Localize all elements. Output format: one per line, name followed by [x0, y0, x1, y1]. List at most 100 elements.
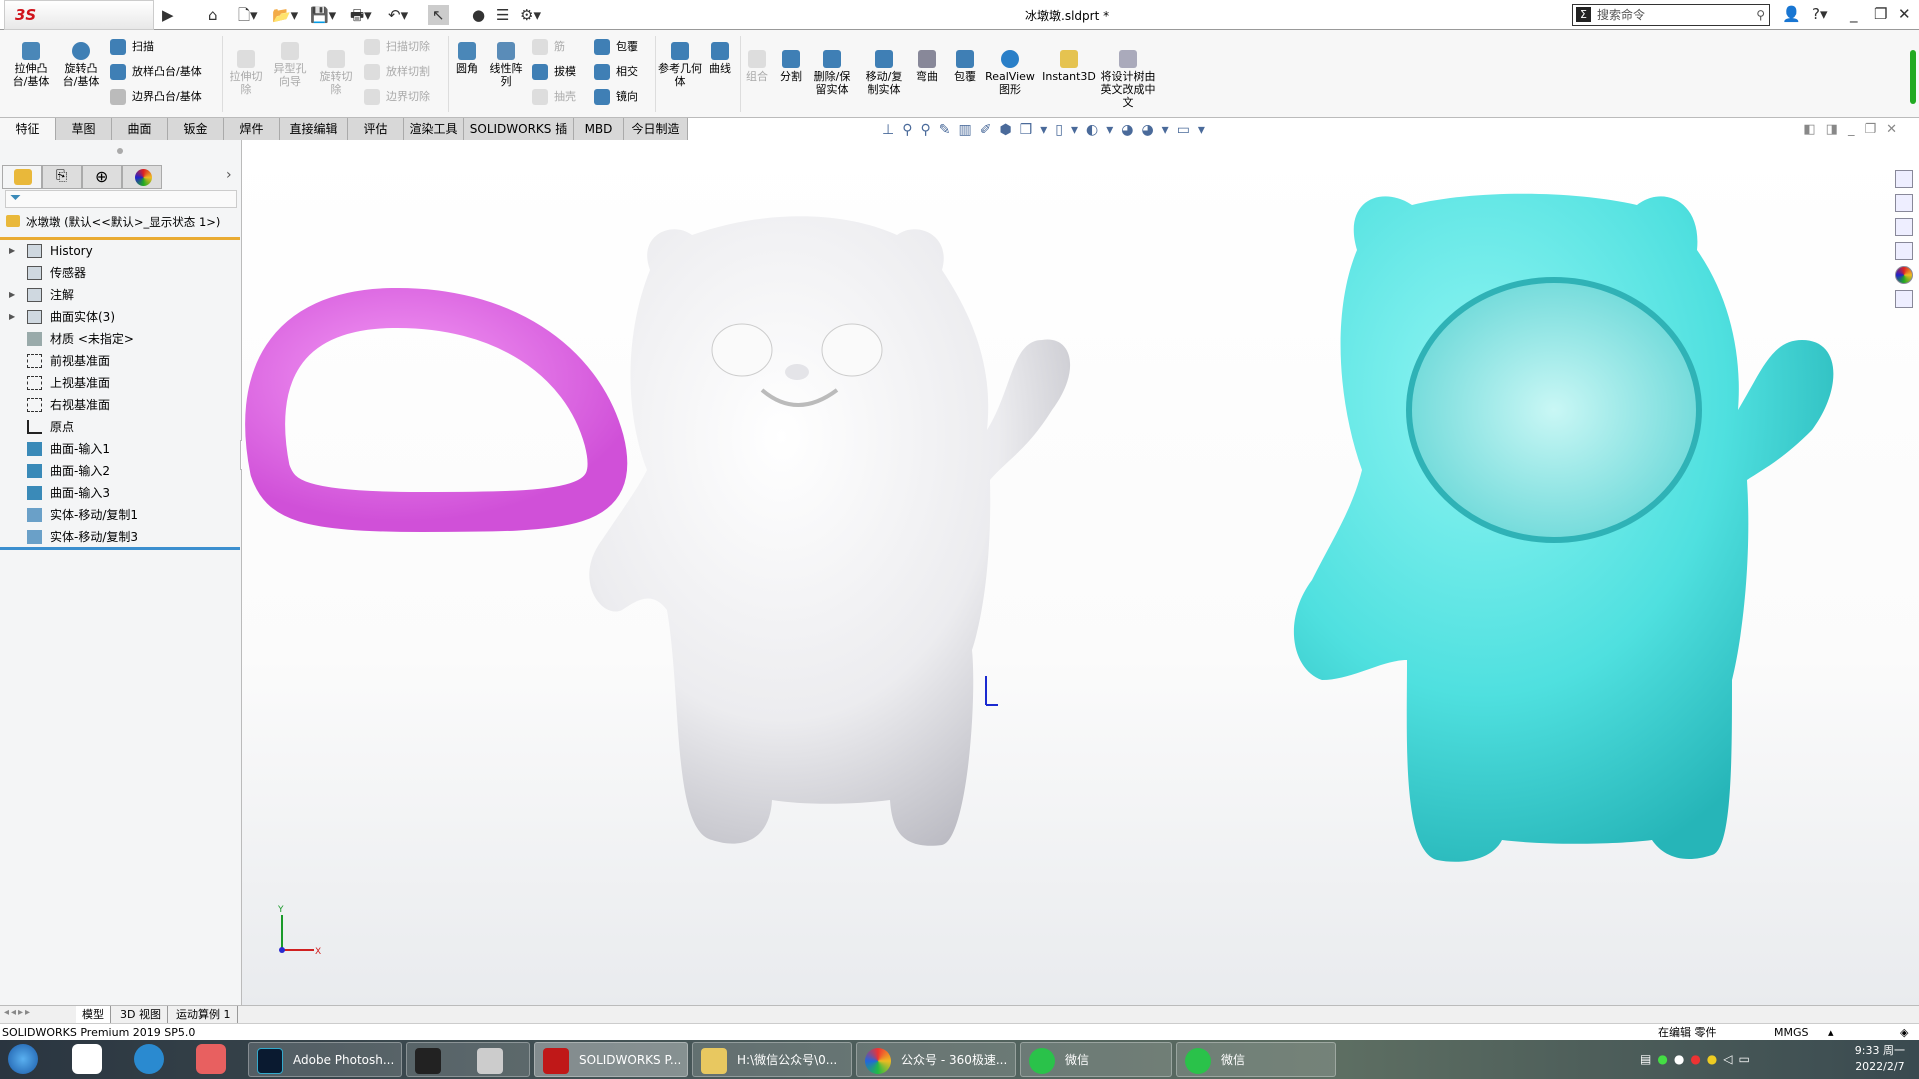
- file-properties-icon[interactable]: ☰: [496, 5, 509, 25]
- feature-manager-tab[interactable]: [2, 165, 42, 189]
- tab-1[interactable]: 草图: [56, 118, 112, 140]
- expand-arrow-icon[interactable]: ▶: [9, 306, 15, 328]
- shell-button[interactable]: 抽壳: [532, 88, 576, 106]
- tab-2[interactable]: 曲面: [112, 118, 168, 140]
- view-orientation-icon[interactable]: ⊥: [882, 122, 902, 138]
- zoom-to-fit-icon[interactable]: ⚲: [902, 122, 920, 138]
- tab-0[interactable]: 特征: [0, 118, 56, 140]
- solidworks-logo[interactable]: 3S SOLIDWORKS: [4, 0, 154, 52]
- display-style-icon[interactable]: ❒▾: [1020, 122, 1056, 138]
- property-manager-tab[interactable]: ⎘: [42, 165, 82, 189]
- help-icon[interactable]: ?▾: [1812, 5, 1828, 23]
- tab-7[interactable]: 渲染工具: [404, 118, 464, 140]
- lofted-cut-button[interactable]: 放样切割: [364, 63, 430, 81]
- move-copy-body-button[interactable]: 移动/复制实体: [862, 50, 906, 96]
- print-icon[interactable]: 🖶▾: [350, 5, 372, 25]
- hide-show-icon[interactable]: ▯▾: [1055, 122, 1086, 138]
- extrude-boss-button[interactable]: 拉伸凸台/基体: [8, 42, 54, 88]
- undo-icon[interactable]: ↶▾: [388, 5, 408, 25]
- volume-icon[interactable]: ◁: [1723, 1052, 1738, 1066]
- sweep-button[interactable]: 扫描: [110, 38, 154, 56]
- tile-right-icon[interactable]: ◨: [1826, 122, 1848, 137]
- open-icon[interactable]: 📂▾: [272, 5, 298, 25]
- rib-button[interactable]: 筋: [532, 38, 565, 56]
- delete-keep-body-button[interactable]: 删除/保留实体: [810, 50, 854, 96]
- tab-8[interactable]: SOLIDWORKS 插件: [464, 118, 574, 158]
- rebuild-icon[interactable]: ●: [472, 5, 485, 25]
- minimize-button[interactable]: _: [1850, 5, 1858, 23]
- search-commands-input[interactable]: Σ 搜索命令 ⚲: [1572, 4, 1770, 26]
- tab-4[interactable]: 焊件: [224, 118, 280, 140]
- close-button[interactable]: ✕: [1898, 5, 1911, 23]
- system-tray[interactable]: ▤●●●●◁▭: [1640, 1052, 1756, 1066]
- extrude-cut-button[interactable]: 拉伸切除: [226, 50, 266, 96]
- tab-model[interactable]: 模型: [76, 1006, 111, 1023]
- security-tray-icon[interactable]: ●: [1690, 1052, 1706, 1066]
- section-view-icon[interactable]: ▥: [958, 122, 979, 138]
- ribbon-scrollbar[interactable]: [1910, 50, 1916, 104]
- wechat-tray-icon[interactable]: ●: [1657, 1052, 1673, 1066]
- clock[interactable]: 9:33 周一 2022/2/7: [1855, 1043, 1905, 1075]
- 360-tray-icon[interactable]: ●: [1707, 1052, 1723, 1066]
- taskbar-photoshop[interactable]: Adobe Photosh...: [248, 1042, 402, 1077]
- cyan-bing-dwen-dwen-model[interactable]: [1293, 193, 1834, 862]
- reference-geometry-button[interactable]: 参考几何体: [658, 42, 702, 88]
- pink-ring-model[interactable]: [245, 287, 628, 533]
- start-button[interactable]: [8, 1044, 38, 1074]
- split-button[interactable]: 分割: [776, 50, 806, 83]
- new-document-icon[interactable]: 🗋▾: [238, 5, 258, 25]
- tree-root-part[interactable]: 冰墩墩 (默认<<默认>_显示状态 1>): [6, 214, 220, 230]
- home-icon[interactable]: ⌂: [208, 5, 218, 25]
- customize-status-icon[interactable]: ◈: [1900, 1024, 1908, 1041]
- boundary-boss-button[interactable]: 边界凸台/基体: [110, 88, 202, 106]
- taskbar-explorer[interactable]: H:\微信公众号\0...: [692, 1042, 852, 1077]
- tab-3d-view[interactable]: 3D 视图: [114, 1006, 168, 1023]
- fillet-button[interactable]: 圆角: [450, 42, 484, 75]
- display-icon[interactable]: ▭▾: [1177, 122, 1213, 138]
- restore-button[interactable]: ❐: [1874, 5, 1887, 23]
- user-icon[interactable]: 👤: [1782, 5, 1801, 23]
- realview-button[interactable]: RealView 图形: [984, 50, 1036, 96]
- select-icon[interactable]: ↖: [428, 5, 449, 25]
- swept-cut-button[interactable]: 扫描切除: [364, 38, 430, 56]
- revolve-cut-button[interactable]: 旋转切除: [316, 50, 356, 96]
- qq-tray-icon[interactable]: ●: [1674, 1052, 1690, 1066]
- tile-left-icon[interactable]: ◧: [1803, 122, 1825, 137]
- taskbar-apps[interactable]: [406, 1042, 530, 1077]
- taskbar-wechat-2[interactable]: 微信: [1176, 1042, 1336, 1077]
- tab-scroll-arrows[interactable]: ◂◂▸▸: [4, 1007, 32, 1018]
- tab-6[interactable]: 评估: [348, 118, 404, 140]
- previous-view-icon[interactable]: ✎: [939, 122, 959, 138]
- combine-button[interactable]: 组合: [742, 50, 772, 83]
- flex-button[interactable]: 弯曲: [912, 50, 942, 83]
- hole-wizard-button[interactable]: 异型孔向导: [270, 42, 310, 88]
- expand-arrow-icon[interactable]: ▶: [9, 284, 15, 306]
- options-gear-icon[interactable]: ⚙▾: [520, 5, 541, 25]
- app-icon[interactable]: [196, 1044, 226, 1074]
- viewport-restore-button[interactable]: ❐: [1864, 122, 1886, 137]
- scene-icon[interactable]: ◕: [1121, 122, 1141, 138]
- display-manager-tab[interactable]: [122, 165, 162, 189]
- viewport-minimize-button[interactable]: _: [1848, 122, 1865, 137]
- edit-appearance-icon[interactable]: ◐▾: [1086, 122, 1121, 138]
- wrap-button[interactable]: 包覆: [594, 38, 638, 56]
- baidu-netdisk-icon[interactable]: [72, 1044, 102, 1074]
- network-icon[interactable]: ▭: [1739, 1052, 1756, 1066]
- search-icon[interactable]: ⚲: [1756, 5, 1765, 25]
- white-bing-dwen-dwen-model[interactable]: [589, 216, 1071, 846]
- taskbar-solidworks[interactable]: SOLIDWORKS P...: [534, 1042, 688, 1077]
- tab-10[interactable]: 今日制造: [624, 118, 688, 140]
- configuration-manager-tab[interactable]: ⊕: [82, 165, 122, 189]
- translate-tree-button[interactable]: 将设计树由英文改成中文: [1100, 50, 1156, 109]
- tab-3[interactable]: 钣金: [168, 118, 224, 140]
- zoom-area-icon[interactable]: ⚲: [920, 122, 938, 138]
- graphics-viewport[interactable]: ⊥⚲⚲✎▥✐⬢❒▾▯▾◐▾◕◕▾▭▾ ◧◨_❐✕ Y X: [242, 122, 1919, 1005]
- tab-motion-study[interactable]: 运动算例 1: [170, 1006, 238, 1023]
- wrap-large-button[interactable]: 包覆: [950, 50, 980, 83]
- curves-button[interactable]: 曲线: [704, 42, 736, 75]
- panel-splitter-handle[interactable]: [117, 148, 123, 154]
- taskbar-360-browser[interactable]: 公众号 - 360极速...: [856, 1042, 1016, 1077]
- dynamic-annotation-icon[interactable]: ✐: [980, 122, 1000, 138]
- linear-pattern-button[interactable]: 线性阵列: [488, 42, 524, 88]
- view-settings-icon[interactable]: ◕▾: [1141, 122, 1176, 138]
